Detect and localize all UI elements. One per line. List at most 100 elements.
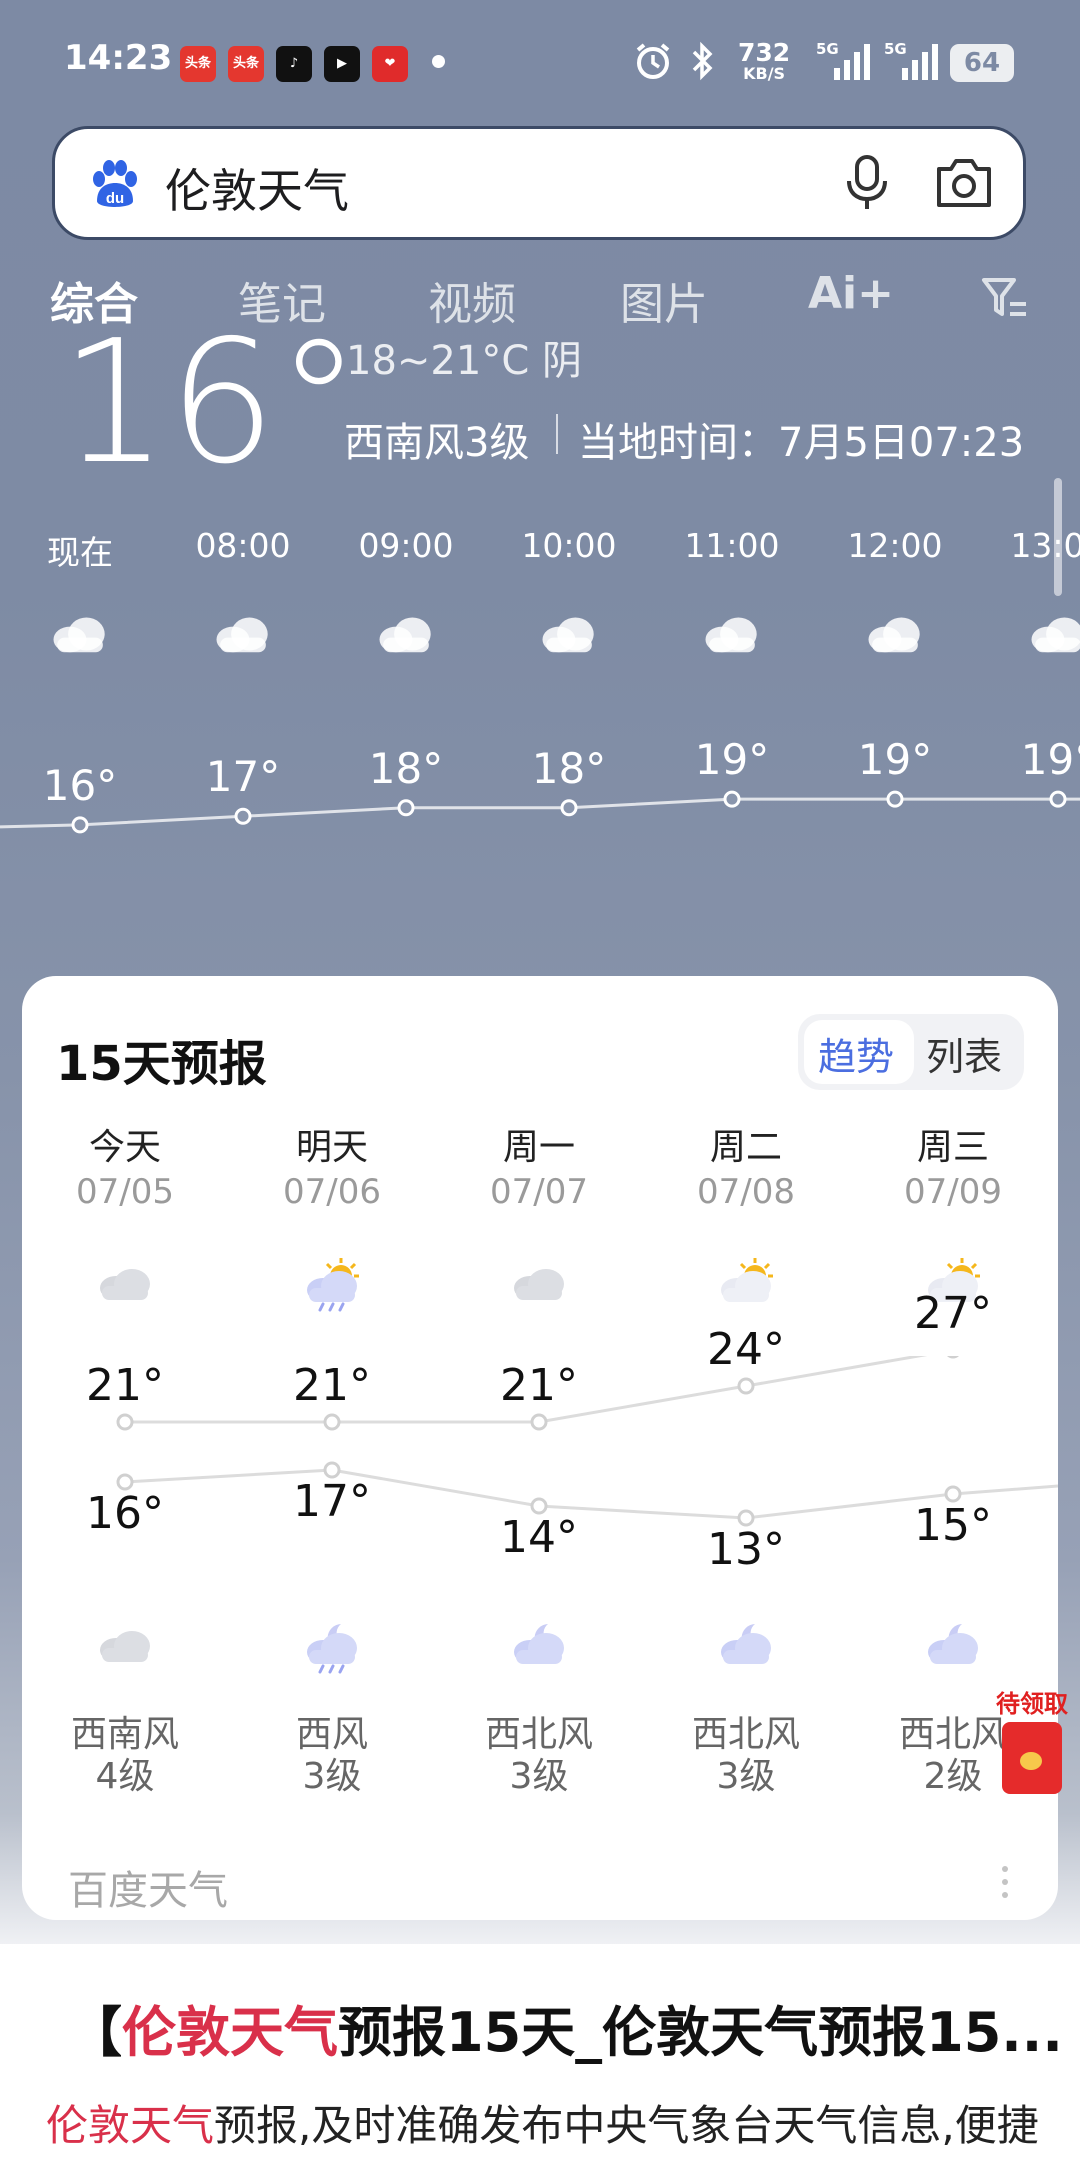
low-temp-line-point [944,1485,962,1503]
baidu-logo-icon: du [93,160,137,207]
hourly-point [397,799,415,817]
clock: 14:23 [64,38,173,78]
hour-weather-icon [537,612,601,656]
cloudy-icon [542,617,594,653]
day-weather-icon [504,1254,574,1310]
day-name: 明天 [295,1127,368,1168]
battery-indicator: 64 [950,44,1014,82]
hour-label: 现在 [47,533,113,572]
hour-weather-icon [48,612,112,656]
high-temp-line-point [116,1413,134,1431]
cloudy-icon [53,617,105,653]
current-temperature: 16° [60,304,362,502]
high-temp-line-point [737,1377,755,1395]
night-weather-icon [918,1616,988,1672]
moon-rain-icon [307,1624,357,1674]
hourly-line [0,797,1080,829]
wind-direction: 西风 [295,1714,368,1755]
day-name: 周二 [709,1127,782,1168]
low-temp-line-point [116,1473,134,1491]
camera-icon[interactable] [935,155,993,211]
moon-cloud-icon [721,1624,771,1664]
wind-level: 3级 [509,1756,569,1797]
high-temp-line-point [530,1413,548,1431]
high-temp-line [125,1356,928,1424]
hour-weather-icon [374,612,438,656]
sun-rain-icon [307,1258,359,1312]
hourly-point [71,816,89,834]
net-speed: 732 KB/S [738,38,791,83]
toutiao-app-2-icon: 头条 [228,46,264,82]
tab-ai[interactable]: Ai+ [808,268,894,319]
day-date: 07/09 [904,1172,1002,1212]
wind-direction: 西北风 [484,1714,593,1755]
local-time: 当地时间：7月5日07:23 [578,420,1025,466]
toutiao-app-1-icon: 头条 [180,46,216,82]
bluetooth-icon [692,41,713,81]
forecast-card: 15天预报 趋势 列表 今天 07/05 21° 16° 西南风 4级 明天 07/06 21°… [22,976,1058,1920]
tiktok-app-icon: ♪ [276,46,312,82]
day-name: 周一 [502,1127,575,1168]
scrollbar[interactable] [1054,478,1062,596]
result-snippet: 伦敦天气预报,及时准确发布中央气象台天气信息,便捷 [46,2092,1039,2153]
tab-images[interactable]: 图片 [620,268,708,332]
night-weather-icon [90,1616,160,1672]
day-weather-icon [90,1254,160,1310]
result-title[interactable]: 【伦敦天气预报15天_伦敦天气预报15... [68,1988,1063,2067]
red-packet-icon[interactable] [1002,1722,1062,1794]
result-title-bracket: 【 [68,2001,122,2064]
day-high-temp: 27° [914,1288,992,1339]
signal-1-icon [834,44,870,80]
forecast-title: 15天预报 [56,1036,267,1092]
day-weather-icon [297,1254,367,1312]
night-weather-icon [504,1616,574,1672]
trend-chart [116,1356,1058,1527]
low-temp-line [124,1468,1058,1520]
signal-2-icon [902,44,938,80]
cloudy-icon [100,1269,150,1300]
cloudy-icon [1031,617,1080,653]
day-date: 07/05 [76,1172,174,1212]
hour-weather-icon [1026,612,1080,656]
hour-label: 09:00 [358,526,454,565]
wind-direction: 西南风 [70,1714,179,1755]
result-title-highlight: 伦敦天气 [122,2001,338,2064]
hourly-point [560,799,578,817]
hour-label: 10:00 [521,526,617,565]
day-date: 07/08 [697,1172,795,1212]
day-wind: 西北风 3级 [646,1714,846,1798]
video-app-icon: ▶ [324,46,360,82]
day-name: 今天 [88,1127,161,1168]
hourly-point [723,790,741,808]
filter-icon[interactable] [980,276,1030,320]
cloudy-icon [100,1631,150,1662]
microphone-icon[interactable] [845,153,889,213]
night-weather-icon [711,1616,781,1672]
divider [556,414,558,454]
tab-videos[interactable]: 视频 [428,268,516,332]
search-query[interactable]: 伦敦天气 [165,155,349,221]
cloudy-icon [705,617,757,653]
svg-text:du: du [106,190,124,207]
toggle-list[interactable]: 列表 [926,1026,1002,1081]
hour-label: 11:00 [684,526,780,565]
cloudy-icon [379,617,431,653]
cloudy-icon [514,1269,564,1300]
toggle-trend[interactable]: 趋势 [818,1026,894,1081]
day-date: 07/06 [283,1172,381,1212]
source-label: 百度天气 [68,1868,228,1914]
low-temp-line-point [737,1509,755,1527]
day-wind: 西北风 3级 [439,1714,639,1798]
wind-direction: 西北风 [691,1714,800,1755]
day-wind: 西风 3级 [232,1714,432,1798]
search-bar[interactable]: du 伦敦天气 [52,126,1026,240]
day-weather-icon [711,1254,781,1310]
hourly-point [886,790,904,808]
wind-level: 3级 [302,1756,362,1797]
hour-weather-icon [211,612,275,656]
red-packet-seal [1020,1752,1042,1770]
hourly-temp-line [0,790,1080,834]
search-result[interactable]: 【伦敦天气预报15天_伦敦天气预报15... 伦敦天气预报,及时准确发布中央气象… [0,1944,1080,2160]
more-options-icon[interactable] [1002,1866,1008,1905]
view-toggle[interactable]: 趋势 列表 [798,1014,1024,1090]
